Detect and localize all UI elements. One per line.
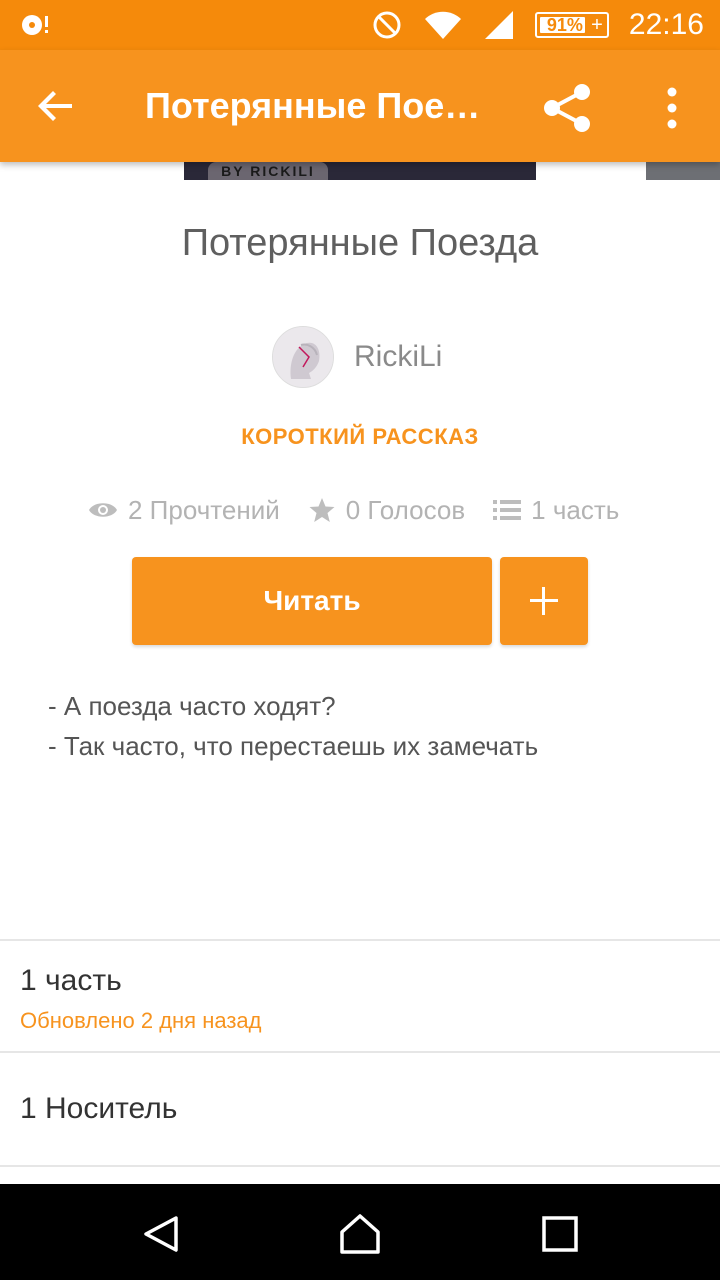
signal-icon xyxy=(484,11,513,39)
parts-row-updated: Обновлено 2 дня назад xyxy=(20,1008,262,1033)
cover-caption: BY RICKILI xyxy=(208,162,328,180)
music-disc-icon xyxy=(22,15,48,35)
description-line: - А поезда часто ходят? xyxy=(48,691,336,721)
app-bar-title: Потерянные Пое… xyxy=(145,85,481,126)
author-name[interactable]: RickiLi xyxy=(354,340,442,374)
votes-stat: 0 Голосов xyxy=(308,495,465,526)
system-nav-bar xyxy=(0,1184,720,1280)
avatar[interactable] xyxy=(272,326,334,388)
story-title: Потерянные Поезда xyxy=(181,222,539,264)
parts-count: 1 часть xyxy=(531,494,620,525)
parts-row-title: 1 часть xyxy=(20,964,122,997)
arrow-left-icon[interactable] xyxy=(32,82,80,130)
do-not-disturb-icon xyxy=(373,11,401,39)
reads-stat: 2 Прочтений xyxy=(88,495,280,526)
nav-back-icon[interactable] xyxy=(140,1212,184,1256)
parts-stat: 1 часть xyxy=(493,495,619,526)
plus-icon xyxy=(530,587,558,615)
description-line: - Так часто, что перестаешь их замечать xyxy=(48,731,539,761)
divider xyxy=(0,1165,720,1167)
more-vert-icon[interactable] xyxy=(654,80,690,136)
divider xyxy=(0,1051,720,1053)
next-cover[interactable] xyxy=(646,160,720,180)
status-bar: 91% + 22:16 xyxy=(0,0,720,50)
reading-lists-title: 1 Носитель xyxy=(20,1092,178,1125)
battery-percent: 91% xyxy=(546,15,583,35)
read-button[interactable]: Читать xyxy=(132,557,492,645)
add-to-library-button[interactable] xyxy=(500,557,588,645)
author-link[interactable]: RickiLi xyxy=(272,326,442,388)
reading-lists-row[interactable]: 1 Носитель xyxy=(0,1054,720,1166)
category-label[interactable]: КОРОТКИЙ РАССКАЗ xyxy=(0,424,720,450)
divider xyxy=(0,939,720,941)
story-stats: 2 Прочтений 0 Голосов 1 часть xyxy=(88,490,619,530)
list-icon xyxy=(493,500,522,520)
nav-recents-icon[interactable] xyxy=(538,1212,582,1256)
clock: 22:16 xyxy=(628,8,704,41)
share-icon[interactable] xyxy=(540,80,596,136)
app-bar: Потерянные Пое… xyxy=(0,50,720,162)
nav-home-icon[interactable] xyxy=(338,1212,382,1256)
story-description: - А поезда часто ходят? - Так часто, что… xyxy=(48,686,688,766)
eye-icon xyxy=(89,503,117,517)
star-icon xyxy=(309,498,335,522)
wifi-icon xyxy=(424,11,461,39)
parts-row[interactable]: 1 часть Обновлено 2 дня назад xyxy=(0,942,720,1052)
votes-count: 0 Голосов xyxy=(345,494,466,525)
battery-charging-icon: 91% + xyxy=(534,12,609,38)
story-cover[interactable]: BY RICKILI xyxy=(184,160,536,180)
reads-count: 2 Прочтений xyxy=(128,494,280,525)
